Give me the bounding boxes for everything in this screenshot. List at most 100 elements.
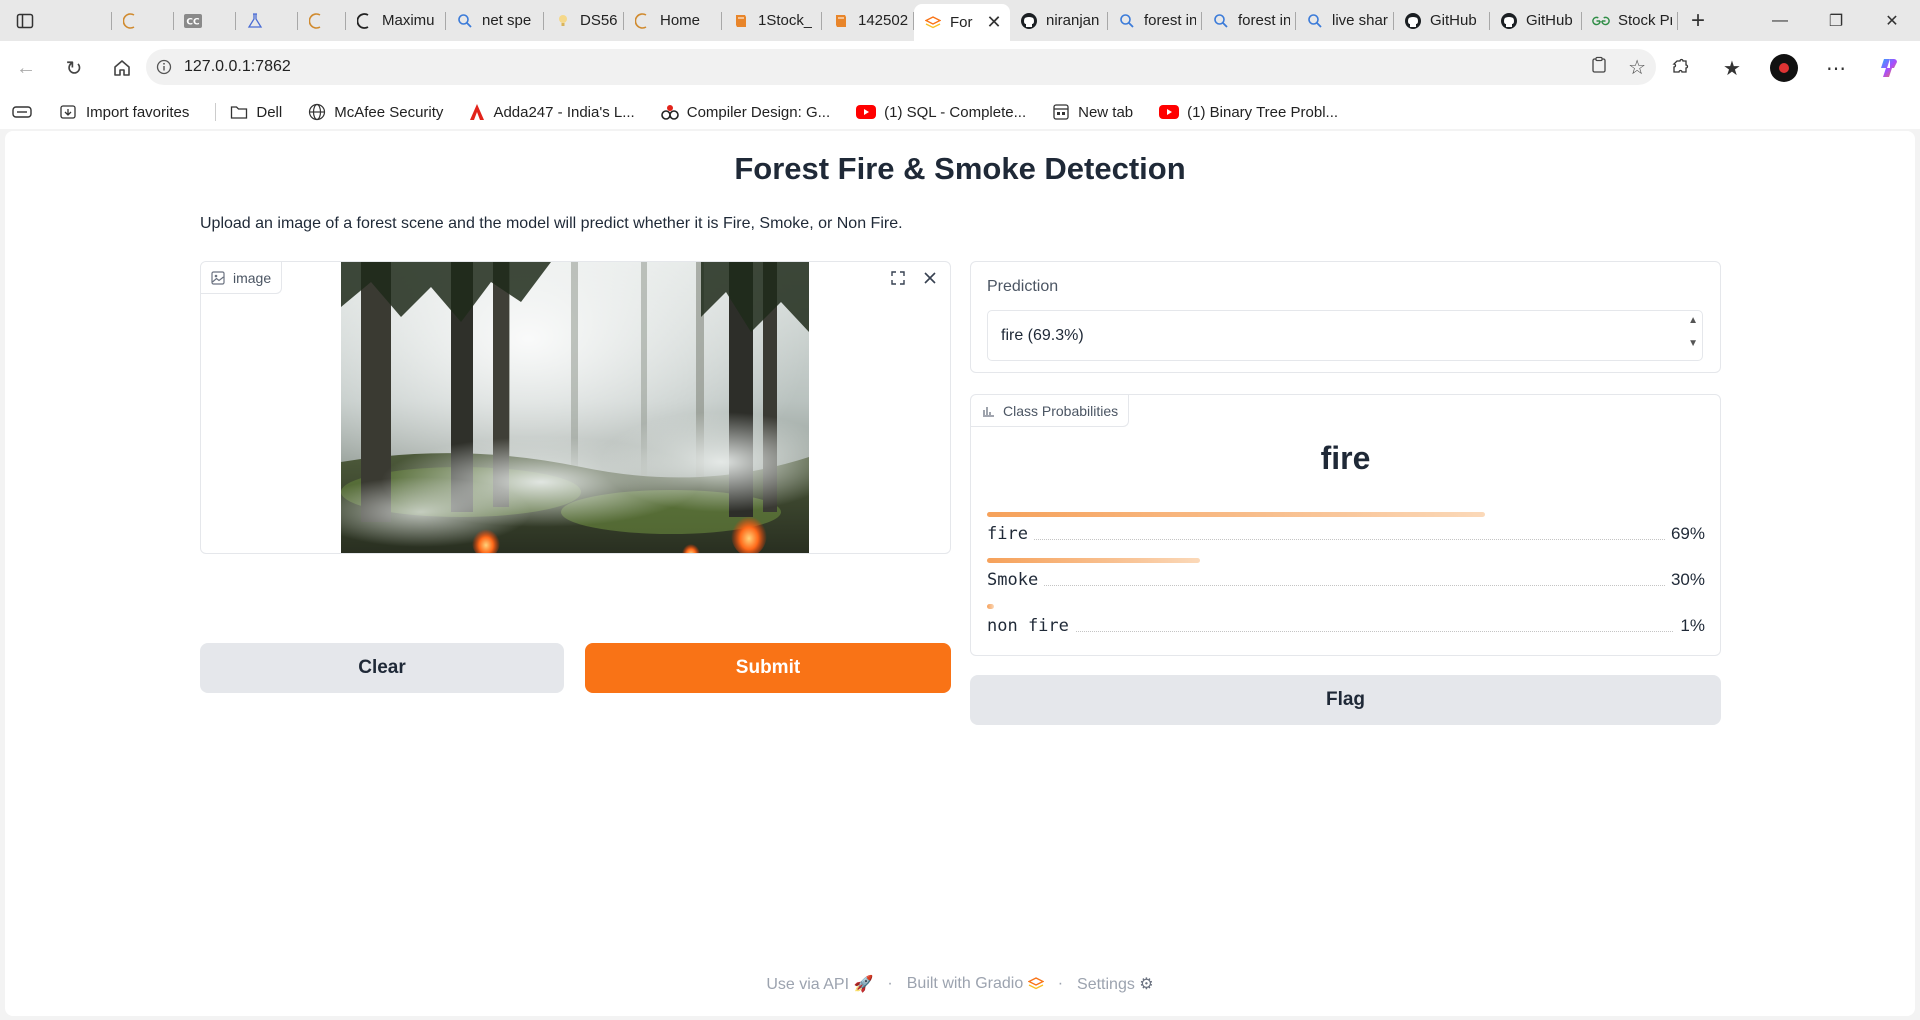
github-icon (1500, 12, 1518, 30)
new-tab-button[interactable]: + (1678, 0, 1718, 41)
profile-button[interactable] (1768, 52, 1800, 84)
loading-icon (634, 12, 652, 30)
tab-collection-icon (12, 106, 32, 118)
bulb-icon (554, 12, 572, 30)
browser-tab[interactable] (298, 0, 346, 41)
browser-tab[interactable]: live shar (1296, 0, 1394, 41)
browser-tab[interactable]: CC (174, 0, 236, 41)
search-icon (1212, 12, 1230, 30)
tab-actions-button[interactable] (0, 0, 50, 41)
bookmark-tabs-button[interactable] (12, 104, 32, 120)
address-bar[interactable]: 127.0.0.1:7862 ☆ (146, 49, 1656, 85)
loading-icon (122, 12, 140, 30)
flask-icon (246, 12, 264, 30)
bookmark-new-tab[interactable]: New tab (1052, 103, 1133, 121)
close-icon[interactable] (918, 266, 942, 290)
browser-tab[interactable]: GitHub (1490, 0, 1582, 41)
favorite-star-icon[interactable]: ☆ (1628, 55, 1646, 80)
browser-tab[interactable]: Home (624, 0, 722, 41)
use-via-api-link[interactable]: Use via API 🚀 (766, 974, 873, 994)
tab-title: GitHub (1430, 12, 1477, 29)
globe-icon (309, 103, 326, 121)
home-button[interactable] (100, 46, 144, 90)
prob-dots (987, 631, 1705, 632)
url-text: 127.0.0.1:7862 (184, 58, 291, 75)
settings-link[interactable]: Settings ⚙ (1077, 974, 1154, 994)
close-tab-icon[interactable]: ✕ (987, 12, 1002, 33)
tab-title: For (950, 14, 973, 31)
browser-tab[interactable]: Stock Pr (1582, 0, 1678, 41)
api-link-text: Use via API (766, 976, 850, 993)
bookmark-label: (1) SQL - Complete... (884, 103, 1027, 121)
browser-tab[interactable]: niranjan (1010, 0, 1108, 41)
prob-dots (987, 539, 1705, 540)
cc-icon: CC (184, 12, 202, 30)
prob-bar-fire (987, 512, 1485, 517)
arrow-up-icon[interactable]: ▲ (1688, 315, 1698, 326)
browser-tab[interactable]: 1Stock_ (722, 0, 822, 41)
prob-row-non-fire: non fire 1% (987, 604, 1705, 650)
arrow-down-icon[interactable]: ▼ (1688, 338, 1698, 349)
browser-tab[interactable]: For ✕ (914, 4, 1010, 41)
bookmark-import-favorites[interactable]: Import favorites (60, 104, 189, 121)
browser-tab[interactable] (50, 0, 112, 41)
refresh-button[interactable]: ↻ (52, 46, 96, 90)
bookmark-sql[interactable]: (1) SQL - Complete... (856, 104, 1026, 121)
browser-tab-strip: CC Maximu net spe DS5619 Home 1Stock_ 142502 Fo… (0, 0, 1920, 41)
bookmark-compiler-design[interactable]: Compiler Design: G... (660, 103, 830, 121)
prob-value-fire: 69% (1664, 524, 1705, 544)
minimize-button[interactable]: — (1752, 0, 1808, 41)
browser-tab[interactable]: DS5619 (544, 0, 624, 41)
prediction-output[interactable]: fire (69.3%) ▲ ▼ (987, 310, 1703, 361)
browser-tab[interactable]: net spe (446, 0, 544, 41)
fullscreen-icon[interactable] (886, 266, 910, 290)
close-window-button[interactable]: ✕ (1864, 0, 1920, 41)
gfg-icon (1592, 12, 1610, 30)
image-input-panel[interactable]: image (200, 261, 951, 554)
clear-button[interactable]: Clear (200, 643, 564, 693)
built-with-gradio-link[interactable]: Built with Gradio (907, 975, 1045, 993)
rocket-icon: 🚀 (853, 976, 874, 993)
reading-mode-icon[interactable] (1590, 56, 1608, 79)
site-info-icon[interactable] (146, 59, 182, 75)
image-label-text: image (233, 269, 272, 286)
image-block-label: image (201, 262, 283, 294)
page-description: Upload an image of a forest scene and th… (200, 215, 903, 232)
browser-tab[interactable]: GitHub (1394, 0, 1490, 41)
bookmark-binary-tree[interactable]: (1) Binary Tree Probl... (1159, 104, 1338, 121)
browser-tab[interactable] (112, 0, 174, 41)
svg-text:CC: CC (186, 17, 200, 27)
tab-title: GitHub (1526, 12, 1573, 29)
bookmark-label: (1) Binary Tree Probl... (1187, 103, 1339, 121)
loading-icon (308, 12, 326, 30)
browser-tab[interactable]: forest in (1108, 0, 1202, 41)
bookmark-label: McAfee Security (334, 103, 444, 121)
favorites-icon[interactable]: ★ (1716, 52, 1748, 84)
page-viewport: Forest Fire & Smoke Detection Upload an … (5, 131, 1915, 1016)
copilot-icon[interactable] (1872, 52, 1904, 84)
restore-button[interactable]: ❐ (1808, 0, 1864, 41)
browser-tab[interactable] (236, 0, 298, 41)
class-probabilities-label: Class Probabilities (971, 395, 1130, 427)
flag-button[interactable]: Flag (970, 675, 1721, 725)
tab-title: 142502 (858, 12, 908, 29)
tab-title: live shar (1332, 12, 1388, 29)
submit-button[interactable]: Submit (585, 643, 951, 693)
extensions-icon[interactable] (1664, 52, 1696, 84)
prediction-scroll-arrows[interactable]: ▲ ▼ (1688, 315, 1698, 349)
bookmark-mcafee[interactable]: McAfee Security (308, 103, 443, 121)
more-menu-icon[interactable]: ⋯ (1820, 52, 1852, 84)
back-button[interactable]: ← (4, 46, 48, 90)
bookmark-adda247[interactable]: Adda247 - India's L... (469, 103, 635, 121)
browser-tab[interactable]: Maximu (346, 0, 446, 41)
bookmark-dell[interactable]: Dell (230, 104, 282, 121)
sidebar-icon (60, 12, 78, 30)
bookmark-label: Import favorites (86, 103, 190, 121)
search-icon (1118, 12, 1136, 30)
prob-label-smoke: Smoke (987, 570, 1045, 590)
browser-tab[interactable]: forest in (1202, 0, 1296, 41)
prob-label-fire: fire (987, 524, 1034, 544)
browser-tab[interactable]: 142502 (822, 0, 914, 41)
prob-bar-non-fire (987, 604, 994, 609)
tab-title: DS5619 (580, 12, 618, 29)
